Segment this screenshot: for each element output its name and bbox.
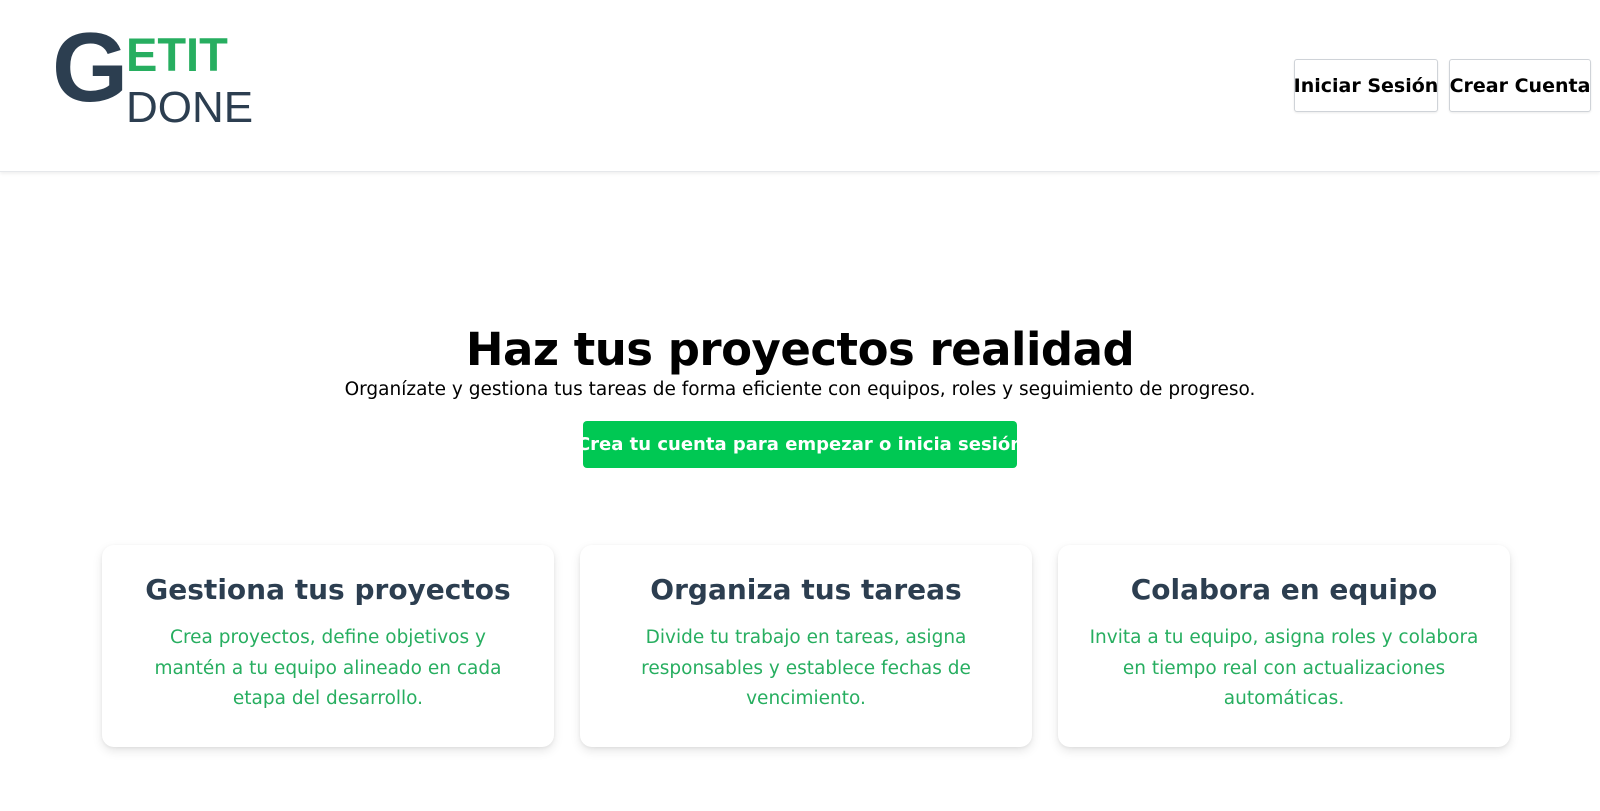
feature-title: Gestiona tus proyectos: [145, 573, 511, 606]
get-started-button[interactable]: Crea tu cuenta para empezar o inicia ses…: [577, 421, 1023, 468]
feature-title: Organiza tus tareas: [650, 573, 962, 606]
features-section: Gestiona tus proyectos Crea proyectos, d…: [102, 545, 1510, 747]
feature-card-projects: Gestiona tus proyectos Crea proyectos, d…: [102, 545, 554, 747]
hero-subtitle: Organízate y gestiona tus tareas de form…: [344, 379, 1256, 400]
getitdone-logo[interactable]: G ETIT DONE: [52, 18, 262, 132]
feature-title: Colabora en equipo: [1130, 573, 1438, 606]
feature-description: Crea proyectos, define objetivos y manté…: [154, 627, 502, 709]
logo-etit: ETIT: [126, 28, 228, 81]
feature-description: Invita a tu equipo, asigna roles y colab…: [1089, 627, 1479, 709]
login-button[interactable]: Iniciar Sesión: [1294, 59, 1438, 112]
hero-title: Haz tus proyectos realidad: [465, 323, 1135, 376]
logo-letter-g: G: [52, 12, 128, 122]
hero-section: Haz tus proyectos realidad Organízate y …: [0, 323, 1600, 468]
header-nav: Iniciar Sesión Crear Cuenta: [1294, 59, 1591, 112]
feature-description: Divide tu trabajo en tareas, asigna resp…: [641, 627, 971, 709]
feature-card-tasks: Organiza tus tareas Divide tu trabajo en…: [580, 545, 1032, 747]
site-header: G ETIT DONE Iniciar Sesión Crear Cuenta: [0, 0, 1600, 172]
cta-container: Crea tu cuenta para empezar o inicia ses…: [0, 421, 1600, 468]
feature-card-teamwork: Colabora en equipo Invita a tu equipo, a…: [1058, 545, 1510, 747]
logo-done: DONE: [126, 83, 254, 132]
signup-button[interactable]: Crear Cuenta: [1449, 59, 1591, 112]
